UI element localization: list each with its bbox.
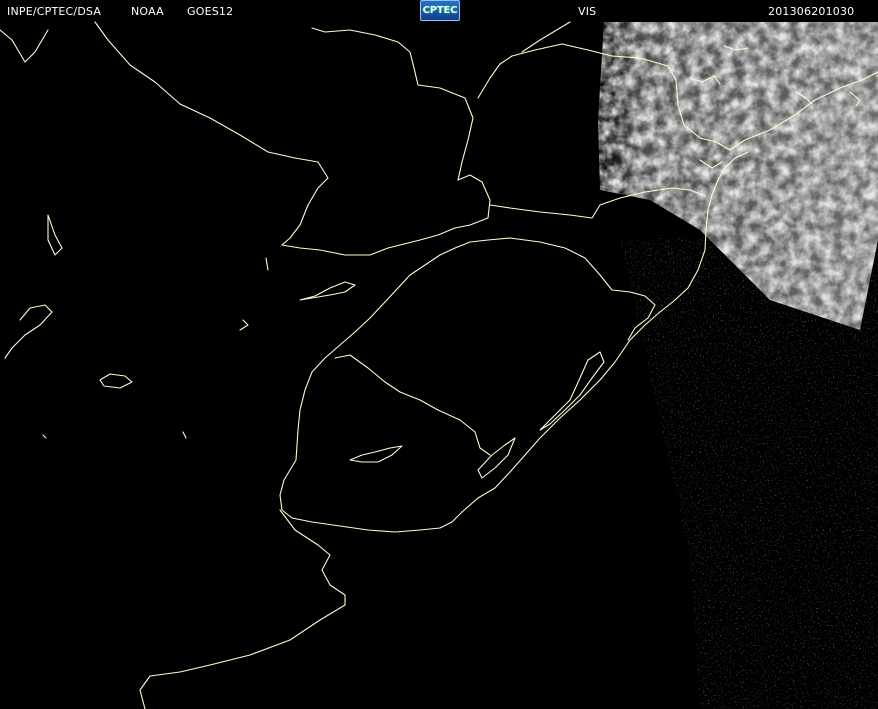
cptec-logo: CPTEC [420,0,460,21]
ocean-speckle [600,230,878,709]
satellite-imagery [0,0,878,709]
satellite-label: GOES12 [187,5,234,18]
timestamp-label: 201306201030 [768,5,855,18]
agency-label: INPE/CPTEC/DSA [7,5,102,18]
logo-text: CPTEC [422,5,458,16]
satellite-image-frame: INPE/CPTEC/DSA NOAA GOES12 CPTEC VIS 201… [0,0,878,709]
satellite-operator-label: NOAA [131,5,164,18]
channel-label: VIS [578,5,597,18]
